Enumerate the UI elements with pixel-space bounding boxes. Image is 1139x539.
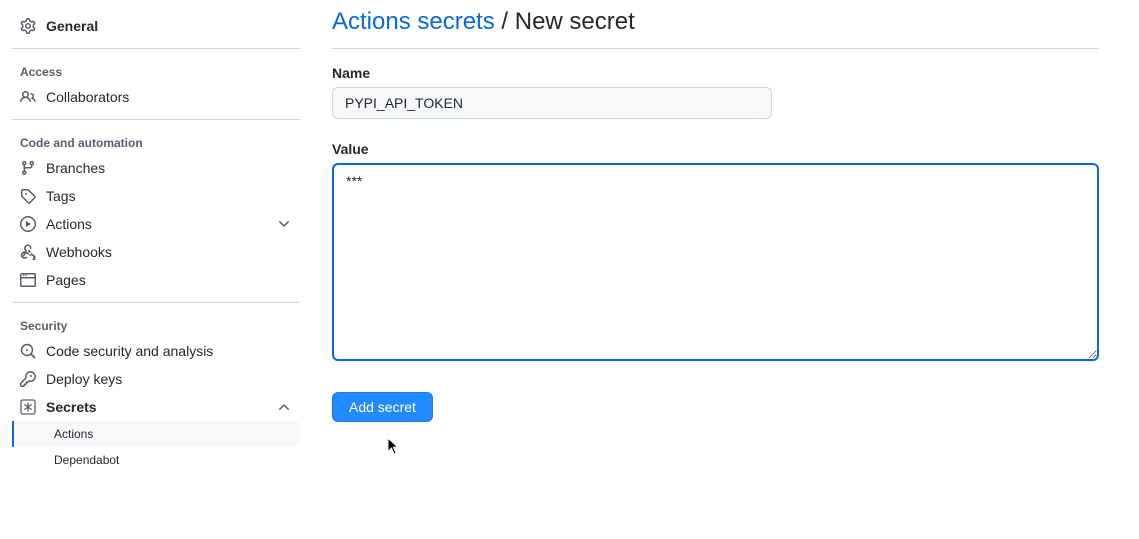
breadcrumb-separator: / <box>501 8 508 35</box>
subnav-label: Actions <box>54 427 93 441</box>
git-branch-icon <box>20 160 36 176</box>
name-label: Name <box>332 65 1099 81</box>
sidebar-item-webhooks[interactable]: Webhooks <box>12 238 300 266</box>
breadcrumb-current: New secret <box>515 8 635 35</box>
subnav-label: Dependabot <box>54 453 119 467</box>
sidebar-heading-security: Security <box>12 311 300 337</box>
key-icon <box>20 371 36 387</box>
secret-name-input[interactable] <box>332 87 772 119</box>
subnav-item-actions[interactable]: Actions <box>12 421 300 447</box>
sidebar-label: Tags <box>46 188 292 204</box>
secret-value-textarea[interactable] <box>332 163 1099 361</box>
breadcrumb-link[interactable]: Actions secrets <box>332 8 495 35</box>
sidebar-item-general[interactable]: General <box>12 12 300 40</box>
sidebar-item-tags[interactable]: Tags <box>12 182 300 210</box>
divider <box>12 302 300 303</box>
sidebar-item-pages[interactable]: Pages <box>12 266 300 294</box>
chevron-up-icon <box>276 399 292 415</box>
sidebar-label: Webhooks <box>46 244 292 260</box>
sidebar-item-deploy-keys[interactable]: Deploy keys <box>12 365 300 393</box>
add-secret-button[interactable]: Add secret <box>332 392 433 422</box>
sidebar-item-secrets[interactable]: Secrets <box>12 393 300 421</box>
sidebar-label: Collaborators <box>46 89 292 105</box>
chevron-down-icon <box>276 216 292 232</box>
settings-sidebar: General Access Collaborators Code and au… <box>0 0 300 539</box>
browser-icon <box>20 272 36 288</box>
sidebar-item-branches[interactable]: Branches <box>12 154 300 182</box>
gear-icon <box>20 18 36 34</box>
codescan-icon <box>20 343 36 359</box>
secrets-subnav: Actions Dependabot <box>12 421 300 473</box>
subnav-item-dependabot[interactable]: Dependabot <box>12 447 300 473</box>
sidebar-label: Pages <box>46 272 292 288</box>
sidebar-label: Code security and analysis <box>46 343 292 359</box>
page-title: Actions secrets / New secret <box>332 8 1099 36</box>
sidebar-label: Deploy keys <box>46 371 292 387</box>
sidebar-label: Secrets <box>46 399 276 415</box>
people-icon <box>20 89 36 105</box>
webhook-icon <box>20 244 36 260</box>
value-label: Value <box>332 141 1099 157</box>
tag-icon <box>20 188 36 204</box>
sidebar-item-code-security[interactable]: Code security and analysis <box>12 337 300 365</box>
divider <box>12 119 300 120</box>
sidebar-item-collaborators[interactable]: Collaborators <box>12 83 300 111</box>
sidebar-label: Actions <box>46 216 276 232</box>
divider <box>12 48 300 49</box>
asterisk-icon <box>20 399 36 415</box>
sidebar-label: Branches <box>46 160 292 176</box>
sidebar-label: General <box>46 18 292 34</box>
page-header: Actions secrets / New secret <box>332 8 1099 49</box>
main-content: Actions secrets / New secret Name Value … <box>300 0 1139 539</box>
sidebar-heading-access: Access <box>12 57 300 83</box>
sidebar-item-actions[interactable]: Actions <box>12 210 300 238</box>
play-circle-icon <box>20 216 36 232</box>
sidebar-heading-code: Code and automation <box>12 128 300 154</box>
